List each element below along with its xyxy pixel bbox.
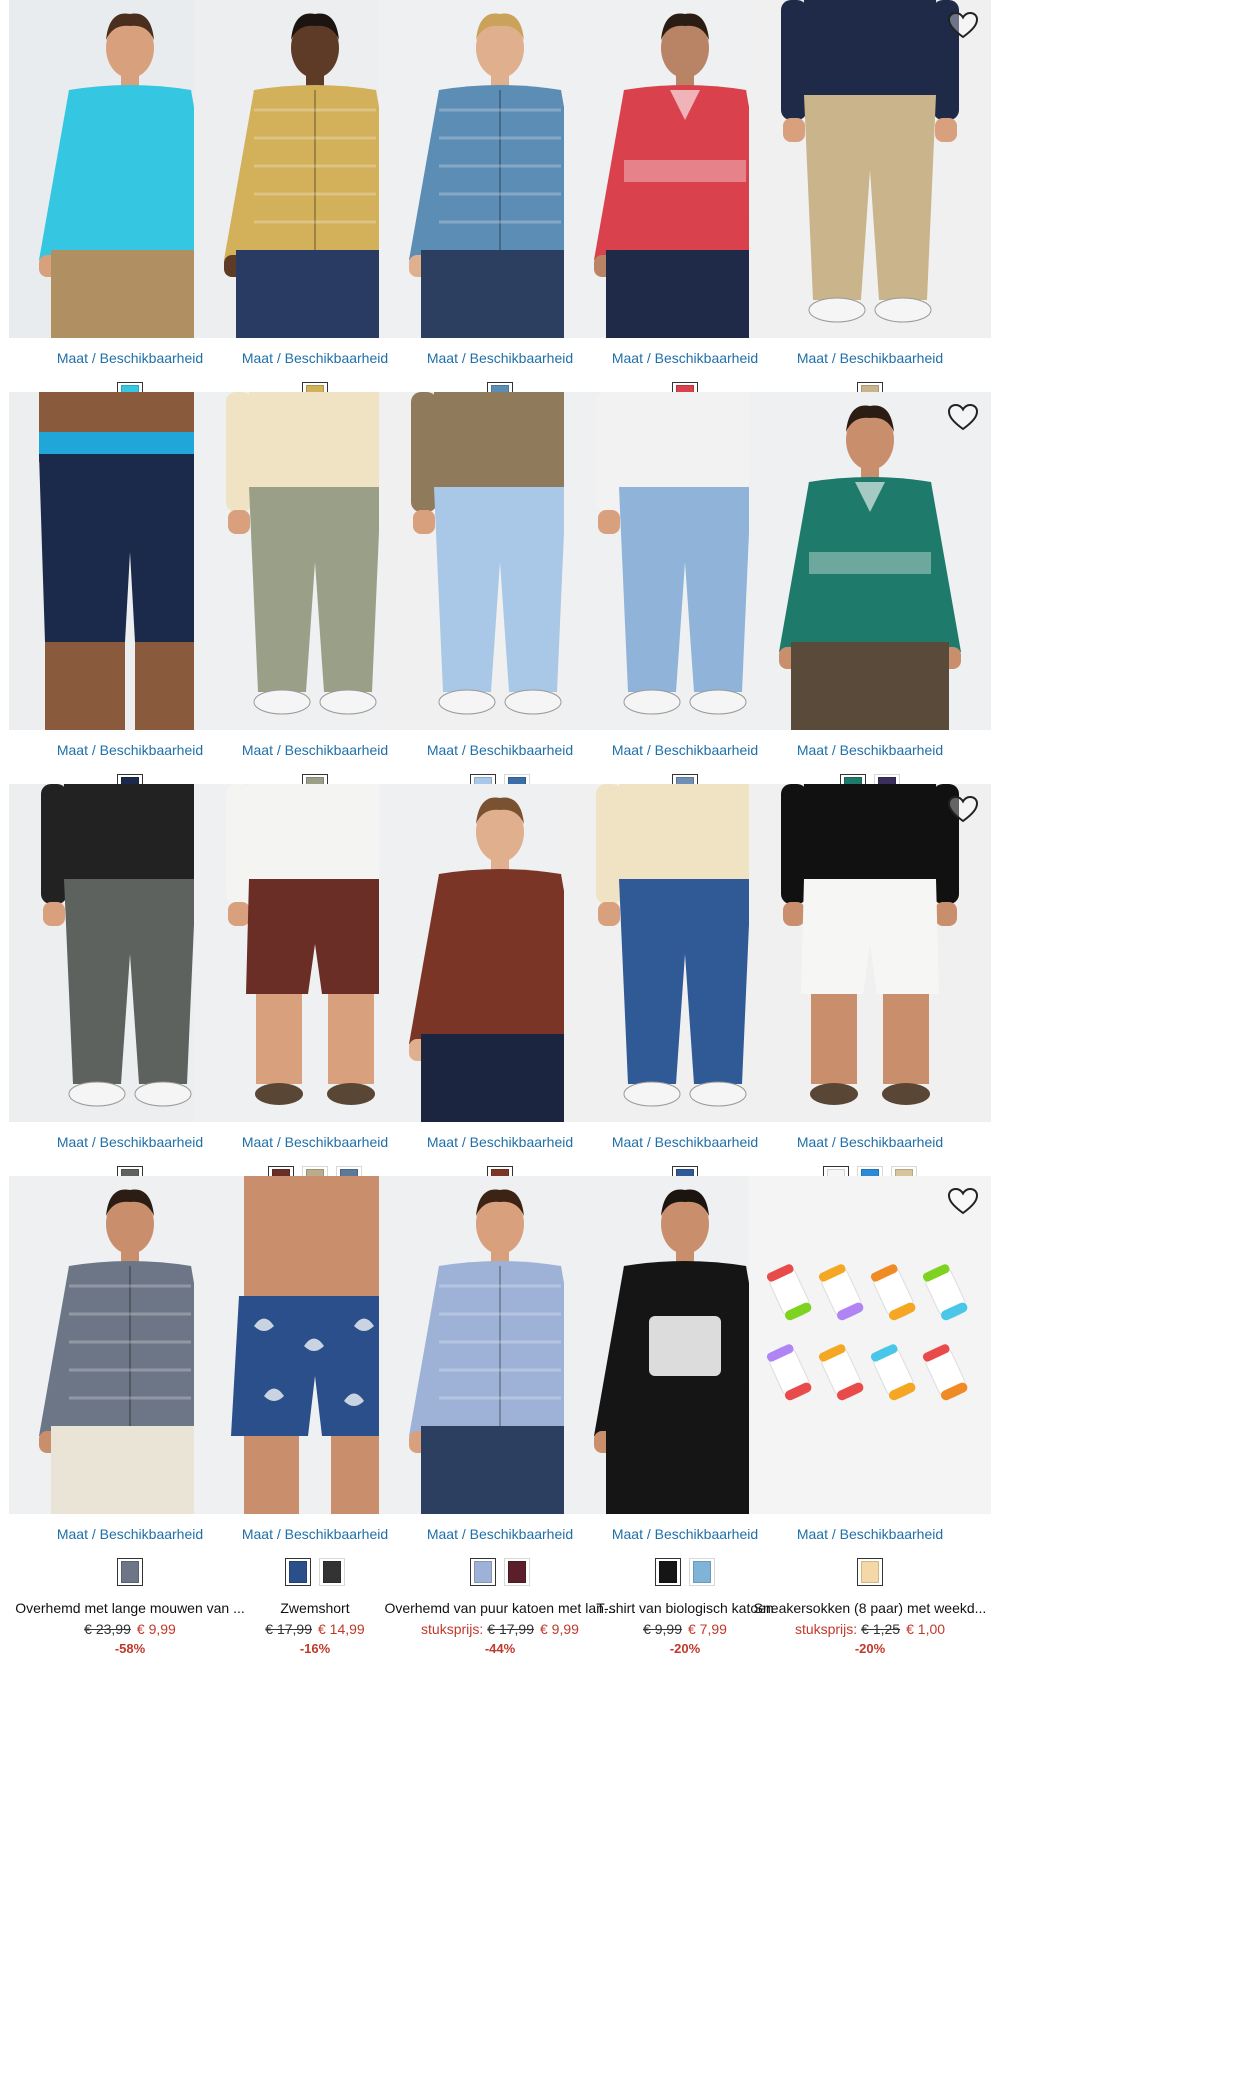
color-swatch[interactable] (655, 1558, 681, 1586)
old-price: € 23,99 (84, 1621, 131, 1637)
color-swatch[interactable] (319, 1558, 345, 1586)
unit-price-label: stuksprijs: (794, 1621, 858, 1637)
product-title[interactable]: Sneakersokken (8 paar) met weekd... (749, 1600, 991, 1616)
size-availability-link[interactable]: Maat / Beschikbaarheid (749, 742, 991, 758)
new-price: € 9,99 (136, 1621, 176, 1637)
old-price: € 17,99 (265, 1621, 312, 1637)
heart-icon[interactable] (947, 794, 979, 824)
heart-icon[interactable] (947, 10, 979, 40)
color-swatch[interactable] (285, 1558, 311, 1586)
unit-price-label: stuksprijs: (421, 1621, 484, 1637)
color-swatches (749, 1558, 991, 1590)
product-card[interactable]: Maat / Beschikbaarheid Sneakersokken (8 … (749, 1176, 991, 1676)
new-price: € 14,99 (318, 1621, 365, 1637)
color-swatch[interactable] (470, 1558, 496, 1586)
heart-icon[interactable] (947, 402, 979, 432)
new-price: € 1,00 (906, 1621, 946, 1637)
price-row: stuksprijs: € 1,25 € 1,00 (749, 1621, 991, 1637)
product-image[interactable] (749, 392, 991, 730)
product-image[interactable] (749, 0, 991, 338)
heart-icon[interactable] (947, 1186, 979, 1216)
product-image[interactable] (749, 784, 991, 1122)
color-swatch[interactable] (689, 1558, 715, 1586)
color-swatch[interactable] (857, 1558, 883, 1586)
old-price: € 9,99 (643, 1621, 682, 1637)
discount-badge: -20% (854, 1641, 886, 1656)
size-availability-link[interactable]: Maat / Beschikbaarheid (749, 1134, 991, 1150)
size-availability-link[interactable]: Maat / Beschikbaarheid (749, 1526, 991, 1542)
color-swatch[interactable] (504, 1558, 530, 1586)
old-price: € 1,25 (861, 1621, 901, 1637)
product-image[interactable] (749, 1176, 991, 1514)
size-availability-link[interactable]: Maat / Beschikbaarheid (749, 350, 991, 366)
product-grid: Maat / Beschikbaarheid Trui met gerecycl… (0, 0, 1250, 2082)
old-price: € 17,99 (487, 1621, 534, 1637)
color-swatch[interactable] (117, 1558, 143, 1586)
new-price: € 7,99 (688, 1621, 727, 1637)
